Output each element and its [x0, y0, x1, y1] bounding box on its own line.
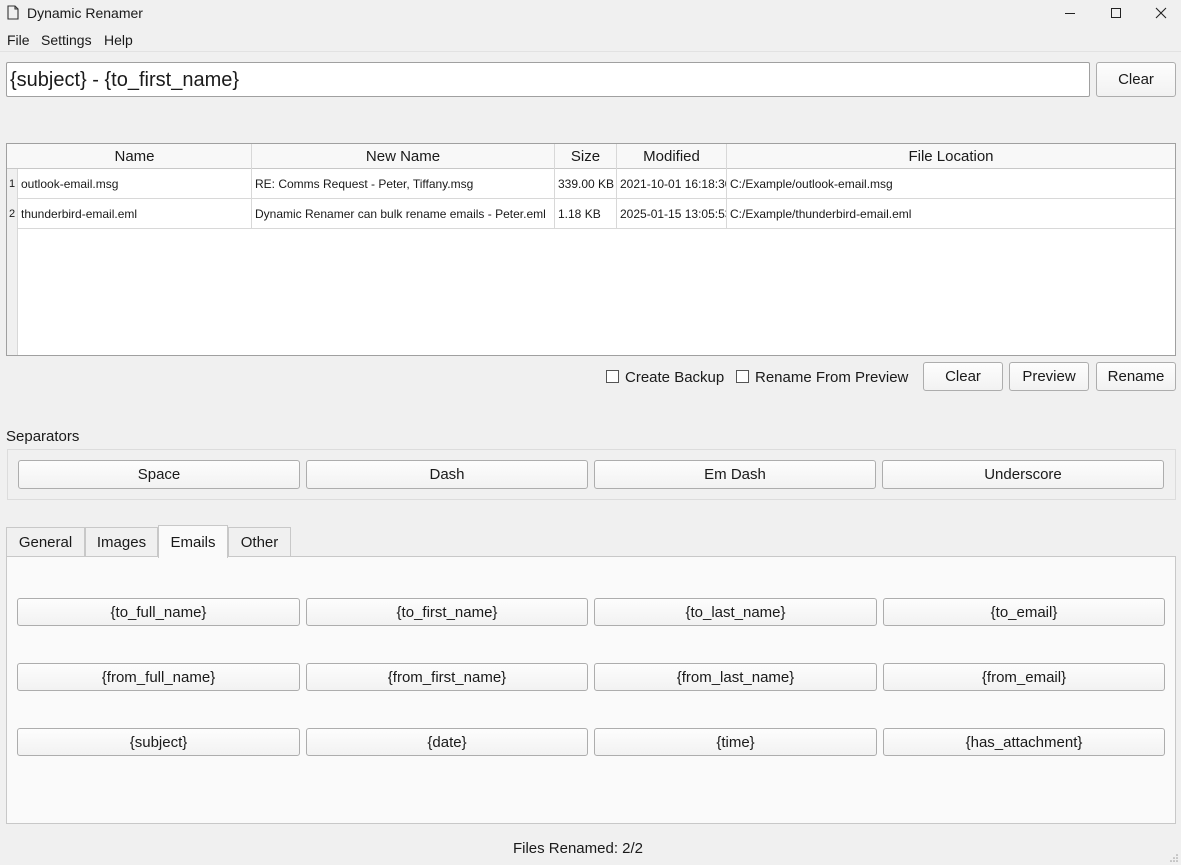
table-row[interactable]: 2 thunderbird-email.eml Dynamic Renamer …	[7, 199, 1175, 229]
token-from-first-name-button[interactable]: {from_first_name}	[306, 663, 588, 691]
rename-button[interactable]: Rename	[1096, 362, 1176, 391]
token-date-button[interactable]: {date}	[306, 728, 588, 756]
pattern-input[interactable]: {subject} - {to_first_name}	[6, 62, 1090, 97]
create-backup-label[interactable]: Create Backup	[625, 369, 724, 386]
separator-em-dash-button[interactable]: Em Dash	[594, 460, 876, 489]
resize-grip-icon[interactable]	[1169, 853, 1179, 863]
table-row[interactable]: 1 outlook-email.msg RE: Comms Request - …	[7, 169, 1175, 199]
create-backup-checkbox[interactable]	[606, 370, 619, 383]
menu-bar: File Settings Help	[0, 30, 1181, 50]
title-bar: Dynamic Renamer	[0, 0, 1181, 26]
clear-pattern-button[interactable]: Clear	[1096, 62, 1176, 97]
cell-modified[interactable]: 2025-01-15 13:05:53	[617, 199, 727, 229]
column-header-file-location[interactable]: File Location	[727, 144, 1175, 169]
tab-general[interactable]: General	[6, 527, 85, 557]
file-table[interactable]: Name New Name Size Modified File Locatio…	[6, 143, 1176, 356]
maximize-button[interactable]	[1093, 0, 1139, 26]
cell-modified[interactable]: 2021-10-01 16:18:30	[617, 169, 727, 199]
minimize-icon	[1065, 13, 1075, 14]
separator-underscore-button[interactable]: Underscore	[882, 460, 1164, 489]
cell-size[interactable]: 339.00 KB	[555, 169, 617, 199]
cell-file-location[interactable]: C:/Example/thunderbird-email.eml	[727, 199, 1175, 229]
cell-name[interactable]: outlook-email.msg	[18, 169, 252, 199]
row-number: 2	[7, 199, 18, 229]
token-from-full-name-button[interactable]: {from_full_name}	[17, 663, 300, 691]
menu-file[interactable]: File	[7, 32, 30, 48]
minimize-button[interactable]	[1047, 0, 1093, 26]
cell-file-location[interactable]: C:/Example/outlook-email.msg	[727, 169, 1175, 199]
token-time-button[interactable]: {time}	[594, 728, 877, 756]
token-from-email-button[interactable]: {from_email}	[883, 663, 1165, 691]
cell-size[interactable]: 1.18 KB	[555, 199, 617, 229]
tab-emails[interactable]: Emails	[158, 525, 228, 558]
column-header-name[interactable]: Name	[18, 144, 252, 169]
token-to-email-button[interactable]: {to_email}	[883, 598, 1165, 626]
cell-new-name[interactable]: Dynamic Renamer can bulk rename emails -…	[252, 199, 555, 229]
rename-from-preview-checkbox[interactable]	[736, 370, 749, 383]
tab-images[interactable]: Images	[85, 527, 158, 557]
window-title: Dynamic Renamer	[27, 5, 143, 21]
table-header: Name New Name Size Modified File Locatio…	[7, 144, 1175, 169]
separator-space-button[interactable]: Space	[18, 460, 300, 489]
cell-new-name[interactable]: RE: Comms Request - Peter, Tiffany.msg	[252, 169, 555, 199]
token-to-last-name-button[interactable]: {to_last_name}	[594, 598, 877, 626]
row-number: 1	[7, 169, 18, 199]
menu-divider	[0, 51, 1181, 52]
column-header-size[interactable]: Size	[555, 144, 617, 169]
clear-files-button[interactable]: Clear	[923, 362, 1003, 391]
token-has-attachment-button[interactable]: {has_attachment}	[883, 728, 1165, 756]
preview-button[interactable]: Preview	[1009, 362, 1089, 391]
separators-title: Separators	[6, 428, 80, 445]
menu-help[interactable]: Help	[104, 32, 133, 48]
token-subject-button[interactable]: {subject}	[17, 728, 300, 756]
token-to-first-name-button[interactable]: {to_first_name}	[306, 598, 588, 626]
column-header-modified[interactable]: Modified	[617, 144, 727, 169]
column-header-new-name[interactable]: New Name	[252, 144, 555, 169]
token-from-last-name-button[interactable]: {from_last_name}	[594, 663, 877, 691]
token-to-full-name-button[interactable]: {to_full_name}	[17, 598, 300, 626]
menu-settings[interactable]: Settings	[41, 32, 92, 48]
cell-name[interactable]: thunderbird-email.eml	[18, 199, 252, 229]
separator-dash-button[interactable]: Dash	[306, 460, 588, 489]
close-icon	[1155, 7, 1167, 19]
status-text: Files Renamed: 2/2	[512, 840, 644, 857]
rename-from-preview-label[interactable]: Rename From Preview	[755, 369, 908, 386]
tab-other[interactable]: Other	[228, 527, 291, 557]
document-icon	[7, 5, 19, 20]
maximize-icon	[1111, 8, 1121, 18]
close-button[interactable]	[1138, 0, 1181, 26]
